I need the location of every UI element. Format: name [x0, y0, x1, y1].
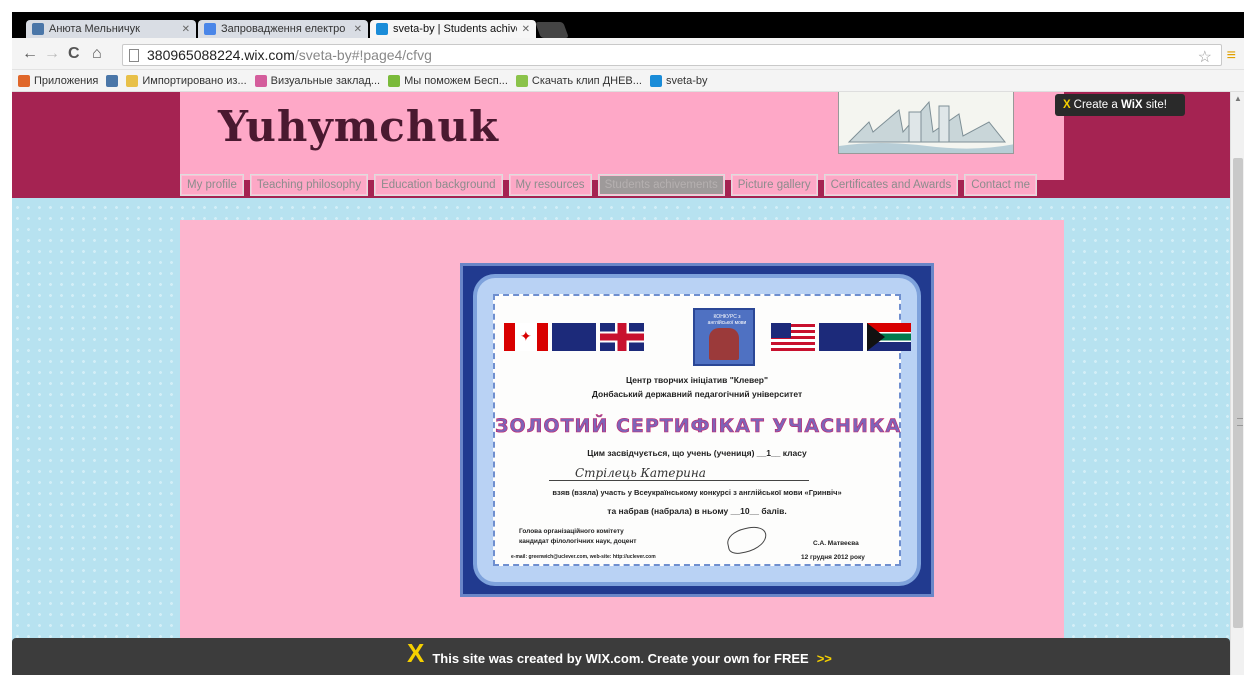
vertical-scrollbar[interactable]: ▲: [1230, 92, 1244, 675]
south-africa-flag-icon: [867, 323, 911, 351]
bookmark-help[interactable]: Мы поможем Бесп...: [388, 74, 508, 87]
nav-students-achievements[interactable]: Students achivements: [597, 174, 725, 196]
certificate-title: ЗОЛОТИЙ СЕРТИФІКАТ УЧАСНИКА: [495, 415, 902, 438]
bookmark-label: sveta-by: [665, 74, 708, 87]
footer-text: This site was created by WIX.com. Create…: [432, 650, 809, 666]
badge-suffix: site!: [1145, 99, 1167, 111]
nav-education-background[interactable]: Education background: [374, 174, 503, 196]
close-tab-icon[interactable]: ✕: [522, 24, 530, 35]
tab-3-active[interactable]: sveta-by | Students achive ✕: [370, 20, 536, 38]
apps-icon: [18, 74, 30, 87]
vk-icon: [106, 74, 119, 87]
url-host: 380965088224.wix.com: [147, 47, 295, 63]
certificate-date: 12 грудня 2012 року: [801, 554, 865, 561]
tab-title: Запровадження електро: [221, 23, 346, 35]
tab-strip: Анюта Мельничук ✕ Запровадження електро …: [12, 12, 1244, 38]
bookmark-apps[interactable]: Приложения: [18, 74, 99, 87]
page-icon: [129, 49, 139, 62]
australia-flag-icon: [819, 323, 863, 351]
contest-logo: КОНКУРС з англійської мови: [693, 308, 755, 366]
tab-title: Анюта Мельничук: [49, 23, 140, 35]
nav-my-resources[interactable]: My resources: [508, 174, 592, 196]
folder-icon: [126, 74, 139, 87]
tab-title: sveta-by | Students achive: [393, 23, 517, 35]
bookmark-star-icon[interactable]: ☆: [1198, 47, 1212, 67]
google-icon: [204, 23, 216, 35]
browser-toolbar: ← → C ⌂ 380965088224.wix.com/sveta-by#!p…: [12, 38, 1244, 70]
reload-icon[interactable]: C: [68, 46, 80, 62]
certificate-sign-left2: кандидат філологічних наук, доцент: [519, 538, 637, 545]
back-icon[interactable]: ←: [22, 46, 38, 62]
wix-x-icon: X: [1063, 99, 1071, 111]
home-icon[interactable]: ⌂: [92, 46, 102, 62]
nav-certificates-awards[interactable]: Certificates and Awards: [823, 174, 959, 196]
signature: [724, 524, 770, 556]
certificate-line3: та набрав (набрала) в ньому __10__ балів…: [607, 506, 787, 516]
grid-icon: [254, 74, 267, 87]
bookmark-label: Импортировано из...: [142, 74, 247, 87]
certificate-image: ✦ КОНКУРС з англійської мови Центр творч…: [460, 263, 934, 597]
certificate-line2: взяв (взяла) участь у Всеукраїнському ко…: [552, 488, 842, 497]
certificate-sign-left1: Голова організаційного комітету: [519, 528, 624, 535]
contest-logo-text: КОНКУРС з англійської мови: [707, 314, 747, 326]
new-zealand-flag-icon: [552, 323, 596, 351]
certificate-org2: Донбаський державний педагогічний універ…: [591, 389, 803, 399]
close-tab-icon[interactable]: ✕: [354, 24, 362, 35]
url-path: /sveta-by#!page4/cfvg: [294, 47, 432, 63]
bookmark-imported[interactable]: Импортировано из...: [126, 74, 247, 87]
certificate-body: ✦ КОНКУРС з англійської мови Центр творч…: [493, 294, 911, 566]
canada-flag-icon: ✦: [504, 323, 548, 351]
wix-logo-icon: X: [407, 638, 425, 668]
bookmark-vk[interactable]: [106, 74, 119, 87]
badge-prefix: Create a: [1073, 99, 1118, 111]
certificate-sign-right: С.А. Матвеєва: [813, 540, 859, 547]
footer-arrows: >>: [816, 650, 832, 666]
site-logo[interactable]: Yuhymchuk: [218, 102, 499, 151]
new-tab-button[interactable]: [535, 22, 569, 38]
wix-footer-content: X This site was created by WIX.com. Crea…: [407, 640, 832, 666]
certificate-recipient: Стрілець Катерина: [549, 466, 809, 481]
bookmark-label: Приложения: [34, 74, 99, 87]
address-bar[interactable]: 380965088224.wix.com/sveta-by#!page4/cfv…: [122, 44, 1222, 66]
forward-icon[interactable]: →: [44, 46, 60, 62]
bookmark-download[interactable]: Скачать клип ДНЕВ...: [515, 74, 642, 87]
bookmark-visual[interactable]: Визуальные заклад...: [254, 74, 381, 87]
certificate-line1: Цим засвідчується, що учень (учениця) __…: [587, 448, 807, 458]
create-wix-site-badge[interactable]: X Create a WiX site!: [1055, 94, 1185, 116]
bookmark-sveta[interactable]: sveta-by: [649, 74, 708, 87]
header-image: [838, 92, 1014, 154]
tab-2[interactable]: Запровадження електро ✕: [198, 20, 368, 38]
nav-teaching-philosophy[interactable]: Teaching philosophy: [249, 174, 369, 196]
badge-brand: WiX: [1120, 99, 1143, 111]
wix-footer-banner[interactable]: X This site was created by WIX.com. Crea…: [12, 638, 1230, 675]
bookmarks-bar: Приложения Импортировано из... Визуальны…: [12, 70, 1244, 92]
nav-my-profile[interactable]: My profile: [180, 174, 244, 196]
certificate-email: e-mail: greenwich@uclever.com, web-site:…: [511, 554, 656, 560]
usa-flag-icon: [771, 323, 815, 351]
wix-icon: [649, 74, 662, 87]
scroll-up-icon[interactable]: ▲: [1234, 94, 1242, 103]
page-viewport: Yuhymchuk X Create a WiX site! My profile…: [12, 92, 1230, 675]
site-nav: My profile Teaching philosophy Education…: [180, 174, 1038, 198]
nav-contact-me[interactable]: Contact me: [964, 174, 1038, 196]
close-tab-icon[interactable]: ✕: [182, 24, 190, 35]
scrollbar-grip: [1237, 418, 1243, 426]
certificate-org1: Центр творчих ініціатив "Клевер": [625, 375, 769, 385]
bookmark-label: Визуальные заклад...: [270, 74, 381, 87]
bookmark-label: Мы поможем Бесп...: [404, 74, 508, 87]
leaf-icon: [388, 74, 401, 87]
nav-picture-gallery[interactable]: Picture gallery: [730, 174, 818, 196]
browser-menu-icon[interactable]: ≡: [1227, 47, 1236, 65]
download-icon: [515, 74, 528, 87]
vk-icon: [32, 23, 44, 35]
wix-icon: [376, 23, 388, 35]
tab-1[interactable]: Анюта Мельничук ✕: [26, 20, 196, 38]
scrollbar-thumb[interactable]: [1233, 158, 1243, 628]
uk-flag-icon: [600, 323, 644, 351]
bookmark-label: Скачать клип ДНЕВ...: [531, 74, 642, 87]
